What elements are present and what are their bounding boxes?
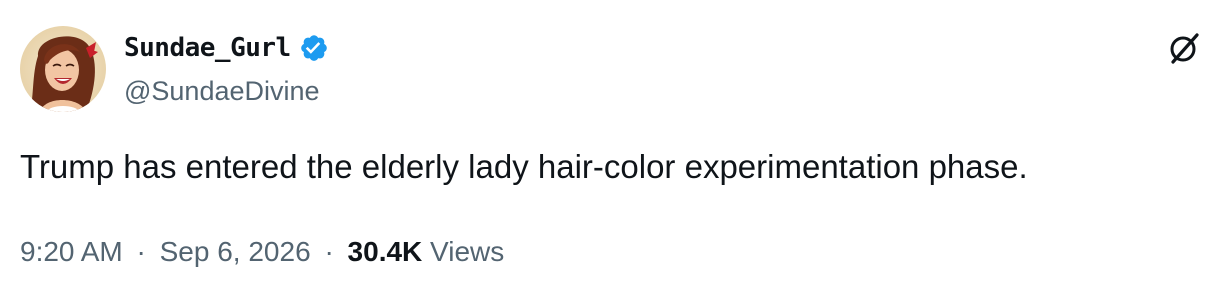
grok-icon [1170, 33, 1199, 64]
author-display-name[interactable]: Sundae_Gurl [124, 33, 291, 63]
grok-button[interactable] [1164, 28, 1204, 68]
tweet-card: Sundae_Gurl @SundaeDivine Trump has ente… [0, 0, 1218, 302]
author-name-row: Sundae_Gurl [124, 30, 329, 66]
tweet-text: Trump has entered the elderly lady hair-… [20, 148, 1028, 185]
meta-separator: · [136, 236, 146, 267]
author-avatar[interactable] [20, 26, 106, 112]
tweet-time[interactable]: 9:20 AM [20, 236, 123, 267]
verified-badge-icon[interactable] [299, 33, 329, 63]
avatar-portrait-icon [20, 26, 106, 112]
views-label: Views [430, 236, 505, 267]
tweet-meta: 9:20 AM · Sep 6, 2026 · 30.4K Views [20, 236, 504, 268]
meta-separator: · [324, 236, 334, 267]
tweet-date[interactable]: Sep 6, 2026 [160, 236, 311, 267]
author-handle[interactable]: @SundaeDivine [124, 76, 320, 107]
views-count: 30.4K [347, 236, 423, 267]
